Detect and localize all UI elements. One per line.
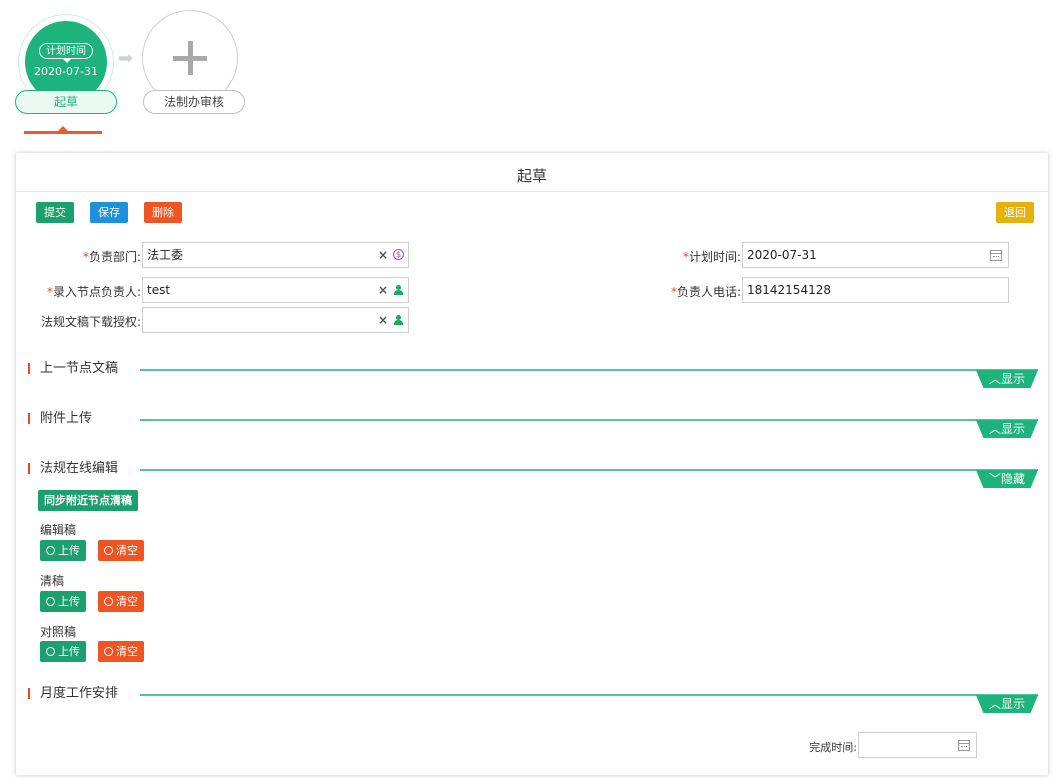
upload-button[interactable]: 上传 — [40, 591, 86, 612]
finish-time-field[interactable] — [858, 732, 977, 758]
user-icon[interactable] — [393, 315, 403, 325]
download-auth-field[interactable]: × — [142, 307, 409, 333]
toggle-label: 隐藏 — [1001, 472, 1026, 486]
arrow-right-icon: ➡ — [118, 48, 134, 69]
submit-button[interactable]: 提交 — [36, 202, 74, 223]
owner-phone-field[interactable]: 18142154128 — [742, 277, 1009, 303]
clear-circle-icon — [104, 597, 113, 606]
upload-button[interactable]: 上传 — [40, 641, 86, 662]
section-toggle-show[interactable]: ︿显示 — [976, 695, 1038, 713]
owner-phone-label-text: 负责人电话: — [676, 285, 741, 299]
section-title: 上一节点文稿 — [40, 361, 119, 376]
download-auth-label: 法规文稿下载授权: — [40, 315, 141, 329]
section-online-edit: 法规在线编辑 ﹀隐藏 — [24, 458, 1038, 488]
toggle-label: 显示 — [1001, 697, 1026, 711]
owner-phone-value: 18142154128 — [747, 283, 831, 297]
department-label-text: 负责部门: — [88, 250, 141, 264]
section-toggle-hide[interactable]: ﹀隐藏 — [976, 470, 1038, 488]
section-title: 附件上传 — [40, 411, 93, 426]
upload-label: 上传 — [58, 544, 80, 557]
calendar-icon[interactable] — [958, 740, 970, 751]
section-title: 法规在线编辑 — [40, 461, 119, 476]
toggle-label: 显示 — [1001, 422, 1026, 436]
upload-label: 上传 — [58, 595, 80, 608]
clear-label: 清空 — [116, 645, 138, 658]
section-marker — [28, 688, 30, 699]
edit-draft-label: 编辑稿 — [40, 523, 77, 537]
upload-label: 上传 — [58, 645, 80, 658]
clear-icon[interactable]: × — [378, 308, 388, 332]
upload-icon — [46, 546, 55, 555]
clear-circle-icon — [104, 546, 113, 555]
section-divider — [140, 419, 1038, 421]
section-title: 月度工作安排 — [40, 686, 119, 701]
clear-button[interactable]: 清空 — [98, 540, 144, 561]
workflow: 计划时间 2020-07-31 起草 ➡ 法制办审核 — [0, 0, 300, 140]
plan-time-badge: 计划时间 — [39, 43, 93, 63]
calendar-icon[interactable] — [990, 250, 1002, 261]
section-marker — [28, 463, 30, 474]
plan-time-value: 2020-07-31 — [747, 248, 817, 262]
delete-button[interactable]: 删除 — [144, 202, 182, 223]
plan-date: 2020-07-31 — [34, 65, 98, 78]
department-label: *负责部门: — [83, 248, 141, 265]
user-icon[interactable] — [393, 285, 403, 295]
node-owner-field[interactable]: test × — [142, 277, 409, 303]
org-select-icon[interactable]: $ — [393, 249, 404, 260]
section-toggle-show[interactable]: ︿显示 — [976, 370, 1038, 388]
plan-time-label-text: 计划时间: — [688, 250, 741, 264]
section-marker — [28, 413, 30, 424]
back-button[interactable]: 退回 — [996, 202, 1034, 223]
chevron-up-icon: ︿ — [988, 372, 1001, 386]
plus-icon-vertical — [188, 41, 193, 75]
draft-node-label[interactable]: 起草 — [15, 90, 117, 114]
upload-icon — [46, 597, 55, 606]
plan-time-label: *计划时间: — [683, 248, 741, 265]
chevron-up-icon: ︿ — [988, 697, 1001, 711]
finish-time-label: 完成时间: — [809, 741, 857, 754]
department-value: 法工委 — [147, 248, 184, 262]
clear-icon[interactable]: × — [378, 243, 388, 267]
owner-phone-label: *负责人电话: — [671, 283, 741, 300]
clear-icon[interactable]: × — [378, 278, 388, 302]
compare-draft-label: 对照稿 — [40, 625, 77, 639]
upload-button[interactable]: 上传 — [40, 540, 86, 561]
section-divider — [140, 469, 1038, 471]
active-tab-underline — [24, 131, 102, 134]
section-monthly-plan: 月度工作安排 ︿显示 — [24, 683, 1038, 713]
clear-label: 清空 — [116, 595, 138, 608]
node-owner-value: test — [147, 283, 171, 297]
chevron-down-icon: ﹀ — [988, 472, 1001, 486]
clear-button[interactable]: 清空 — [98, 641, 144, 662]
clear-button[interactable]: 清空 — [98, 591, 144, 612]
section-divider — [140, 694, 1038, 696]
node-owner-label: *录入节点负责人: — [47, 283, 141, 300]
clear-label: 清空 — [116, 544, 138, 557]
review-node-label[interactable]: 法制办审核 — [143, 90, 245, 114]
clean-draft-label: 清稿 — [40, 574, 65, 588]
clear-circle-icon — [104, 647, 113, 656]
section-divider — [140, 369, 1038, 371]
node-owner-label-text: 录入节点负责人: — [52, 285, 141, 299]
sync-draft-button[interactable]: 同步附近节点清稿 — [38, 490, 138, 511]
section-toggle-show[interactable]: ︿显示 — [976, 420, 1038, 438]
department-field[interactable]: 法工委 × $ — [142, 242, 409, 268]
section-attachment-upload: 附件上传 ︿显示 — [24, 408, 1038, 438]
section-previous-node: 上一节点文稿 ︿显示 — [24, 358, 1038, 388]
panel-title: 起草 — [16, 153, 1048, 192]
save-button[interactable]: 保存 — [90, 202, 128, 223]
draft-panel: 起草 提交 保存 删除 退回 *负责部门: 法工委 × $ *计划时间: 202… — [16, 153, 1048, 775]
toggle-label: 显示 — [1001, 372, 1026, 386]
chevron-up-icon: ︿ — [988, 422, 1001, 436]
plan-time-field[interactable]: 2020-07-31 — [742, 242, 1009, 268]
upload-icon — [46, 647, 55, 656]
section-marker — [28, 363, 30, 374]
